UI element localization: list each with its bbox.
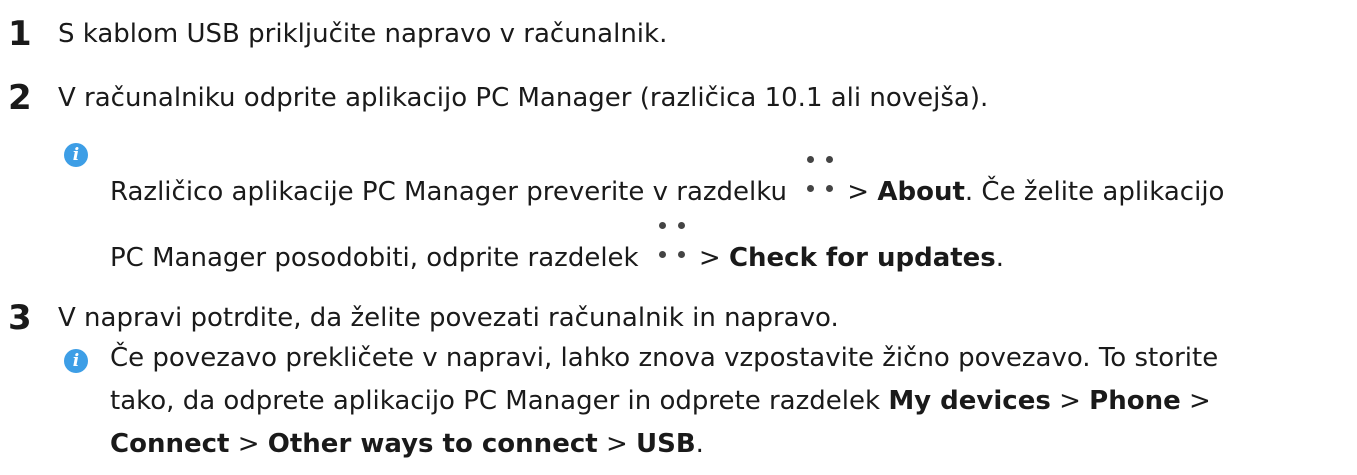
other-ways-to-connect-label: Other ways to connect [267,429,598,459]
note-2-line-2: tako, da odprete aplikacijo PC Manager i… [110,386,1211,416]
step-1-text: S kablom USB priključite napravo v račun… [58,19,668,49]
note-2-line-3: Connect > Other ways to connect > USB. [110,429,704,459]
step-1-number: 1 [8,14,32,54]
usb-label: USB [636,429,696,459]
step-2-text: V računalniku odprite aplikacijo PC Mana… [58,83,989,113]
more-options-icon [653,222,691,266]
check-for-updates-label: Check for updates [728,243,996,273]
about-menu-label: About [877,177,965,207]
step-2-number: 2 [8,78,32,118]
step-3-number: 3 [8,298,32,338]
note-2-line-1: Če povezavo prekličete v napravi, lahko … [110,343,1219,373]
info-icon: i [64,349,88,373]
phone-label: Phone [1089,386,1181,416]
note-1-line-2: PC Manager posodobiti, odprite razdelek … [110,222,1004,273]
more-options-icon [801,156,839,200]
step-3-text: V napravi potrdite, da želite povezati r… [58,303,839,333]
my-devices-label: My devices [888,386,1051,416]
info-icon: i [64,143,88,167]
note-1-line-1: Različico aplikacije PC Manager preverit… [110,156,1224,207]
connect-label: Connect [110,429,230,459]
